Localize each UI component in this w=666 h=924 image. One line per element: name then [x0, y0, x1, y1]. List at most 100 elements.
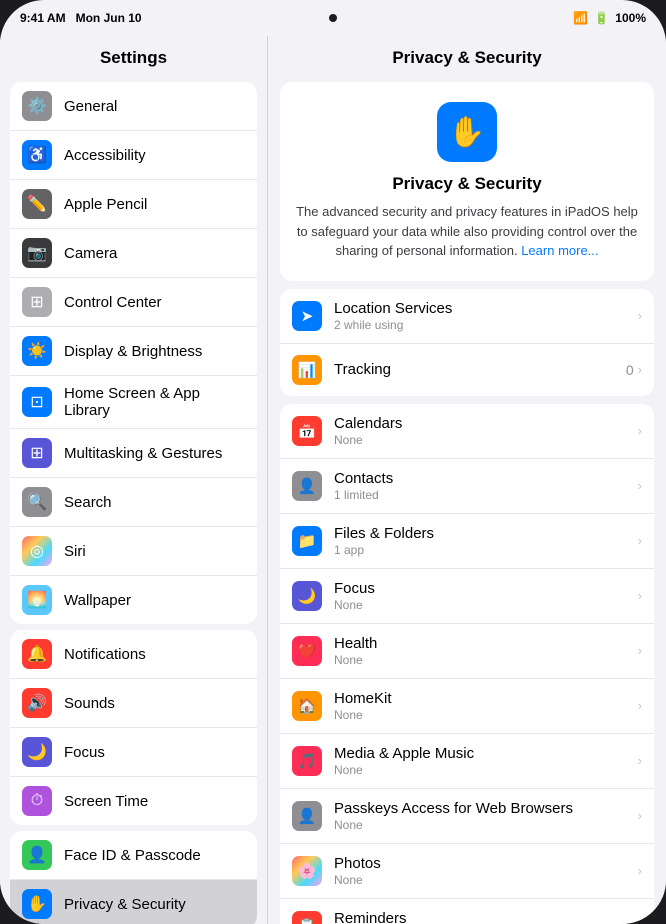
- sidebar-label-notifications: Notifications: [64, 646, 146, 663]
- sidebar-item-focus[interactable]: 🌙 Focus: [10, 728, 257, 777]
- privacy-security-icon: ✋: [22, 889, 52, 919]
- sidebar-item-face-id[interactable]: 👤 Face ID & Passcode: [10, 831, 257, 880]
- tracking-count: 0: [626, 362, 634, 378]
- sidebar-item-sounds[interactable]: 🔊 Sounds: [10, 679, 257, 728]
- contacts-text: Contacts 1 limited: [334, 470, 626, 502]
- sidebar-label-control-center: Control Center: [64, 294, 162, 311]
- tracking-right: 0 ›: [626, 362, 642, 378]
- content-area: Settings ⚙️ General ♿ Accessibility ✏️ A…: [0, 36, 666, 924]
- row-passkeys[interactable]: 👤 Passkeys Access for Web Browsers None …: [280, 789, 654, 844]
- homekit-right: ›: [638, 698, 642, 713]
- status-time: 9:41 AM Mon Jun 10: [20, 11, 142, 25]
- sidebar-label-camera: Camera: [64, 245, 117, 262]
- sidebar-title: Settings: [0, 36, 267, 76]
- row-media-music[interactable]: 🎵 Media & Apple Music None ›: [280, 734, 654, 789]
- battery-icon: 🔋: [594, 11, 609, 25]
- health-icon: ❤️: [292, 636, 322, 666]
- chevron-icon: ›: [638, 478, 642, 493]
- sounds-icon: 🔊: [22, 688, 52, 718]
- contacts-right: ›: [638, 478, 642, 493]
- row-calendars[interactable]: 📅 Calendars None ›: [280, 404, 654, 459]
- sidebar-item-accessibility[interactable]: ♿ Accessibility: [10, 131, 257, 180]
- passkeys-subtitle: None: [334, 818, 626, 832]
- homekit-title: HomeKit: [334, 690, 626, 707]
- screen-time-icon: ⏱: [22, 786, 52, 816]
- sidebar-label-face-id: Face ID & Passcode: [64, 847, 201, 864]
- passkeys-text: Passkeys Access for Web Browsers None: [334, 800, 626, 832]
- wallpaper-icon: 🌅: [22, 585, 52, 615]
- focus-right: ›: [638, 588, 642, 603]
- sidebar-item-home-screen[interactable]: ⊡ Home Screen & App Library: [10, 376, 257, 429]
- sidebar-item-camera[interactable]: 📷 Camera: [10, 229, 257, 278]
- sidebar-label-general: General: [64, 98, 117, 115]
- files-folders-title: Files & Folders: [334, 525, 626, 542]
- sidebar-item-apple-pencil[interactable]: ✏️ Apple Pencil: [10, 180, 257, 229]
- location-services-right: ›: [638, 308, 642, 323]
- wifi-icon: 📶: [573, 11, 588, 25]
- passkeys-right: ›: [638, 808, 642, 823]
- sidebar-section-3: 👤 Face ID & Passcode ✋ Privacy & Securit…: [10, 831, 257, 924]
- chevron-icon: ›: [638, 362, 642, 377]
- sidebar-item-wallpaper[interactable]: 🌅 Wallpaper: [10, 576, 257, 624]
- sidebar-label-siri: Siri: [64, 543, 86, 560]
- row-location-services[interactable]: ➤ Location Services 2 while using ›: [280, 289, 654, 344]
- health-text: Health None: [334, 635, 626, 667]
- sidebar-item-display[interactable]: ☀️ Display & Brightness: [10, 327, 257, 376]
- sidebar-item-notifications[interactable]: 🔔 Notifications: [10, 630, 257, 679]
- privacy-items-section: 📅 Calendars None › 👤 Contacts 1 limited: [280, 404, 654, 924]
- location-services-subtitle: 2 while using: [334, 318, 626, 332]
- photos-title: Photos: [334, 855, 626, 872]
- row-files-folders[interactable]: 📁 Files & Folders 1 app ›: [280, 514, 654, 569]
- sidebar-item-general[interactable]: ⚙️ General: [10, 82, 257, 131]
- learn-more-link[interactable]: Learn more...: [521, 243, 598, 258]
- sidebar-label-apple-pencil: Apple Pencil: [64, 196, 147, 213]
- row-focus[interactable]: 🌙 Focus None ›: [280, 569, 654, 624]
- sidebar-label-wallpaper: Wallpaper: [64, 592, 131, 609]
- row-homekit[interactable]: 🏠 HomeKit None ›: [280, 679, 654, 734]
- privacy-hero: ✋ Privacy & Security The advanced securi…: [280, 82, 654, 281]
- focus-text: Focus None: [334, 580, 626, 612]
- contacts-icon: 👤: [292, 471, 322, 501]
- calendars-text: Calendars None: [334, 415, 626, 447]
- row-health[interactable]: ❤️ Health None ›: [280, 624, 654, 679]
- row-reminders[interactable]: 📋 Reminders None ›: [280, 899, 654, 924]
- calendars-subtitle: None: [334, 433, 626, 447]
- sidebar-section-2: 🔔 Notifications 🔊 Sounds 🌙 Focus ⏱ Scree…: [10, 630, 257, 825]
- row-contacts[interactable]: 👤 Contacts 1 limited ›: [280, 459, 654, 514]
- homekit-text: HomeKit None: [334, 690, 626, 722]
- sidebar-item-privacy-security[interactable]: ✋ Privacy & Security: [10, 880, 257, 924]
- sidebar-label-search: Search: [64, 494, 112, 511]
- media-music-text: Media & Apple Music None: [334, 745, 626, 777]
- photos-icon: 🌸: [292, 856, 322, 886]
- focus-subtitle: None: [334, 598, 626, 612]
- location-tracking-section: ➤ Location Services 2 while using › 📊 Tr…: [280, 289, 654, 396]
- contacts-subtitle: 1 limited: [334, 488, 626, 502]
- chevron-icon: ›: [638, 863, 642, 878]
- sidebar-item-control-center[interactable]: ⊞ Control Center: [10, 278, 257, 327]
- status-indicators: 📶 🔋 100%: [573, 11, 646, 25]
- main-title: Privacy & Security: [268, 36, 666, 76]
- calendars-right: ›: [638, 423, 642, 438]
- row-photos[interactable]: 🌸 Photos None ›: [280, 844, 654, 899]
- sidebar-item-siri[interactable]: ◎ Siri: [10, 527, 257, 576]
- date: Mon Jun 10: [76, 11, 142, 25]
- passkeys-icon: 👤: [292, 801, 322, 831]
- sidebar-item-multitasking[interactable]: ⊞ Multitasking & Gestures: [10, 429, 257, 478]
- row-tracking[interactable]: 📊 Tracking 0 ›: [280, 344, 654, 396]
- sidebar-item-screen-time[interactable]: ⏱ Screen Time: [10, 777, 257, 825]
- tracking-icon: 📊: [292, 355, 322, 385]
- tracking-title: Tracking: [334, 361, 614, 378]
- photos-subtitle: None: [334, 873, 626, 887]
- siri-icon: ◎: [22, 536, 52, 566]
- contacts-title: Contacts: [334, 470, 626, 487]
- notifications-icon: 🔔: [22, 639, 52, 669]
- battery-percent: 100%: [615, 11, 646, 25]
- files-folders-text: Files & Folders 1 app: [334, 525, 626, 557]
- camera-icon: 📷: [22, 238, 52, 268]
- sidebar-item-search[interactable]: 🔍 Search: [10, 478, 257, 527]
- notch: [329, 14, 337, 22]
- hero-title: Privacy & Security: [296, 174, 638, 194]
- sidebar-label-accessibility: Accessibility: [64, 147, 146, 164]
- reminders-title: Reminders: [334, 910, 626, 924]
- chevron-icon: ›: [638, 918, 642, 924]
